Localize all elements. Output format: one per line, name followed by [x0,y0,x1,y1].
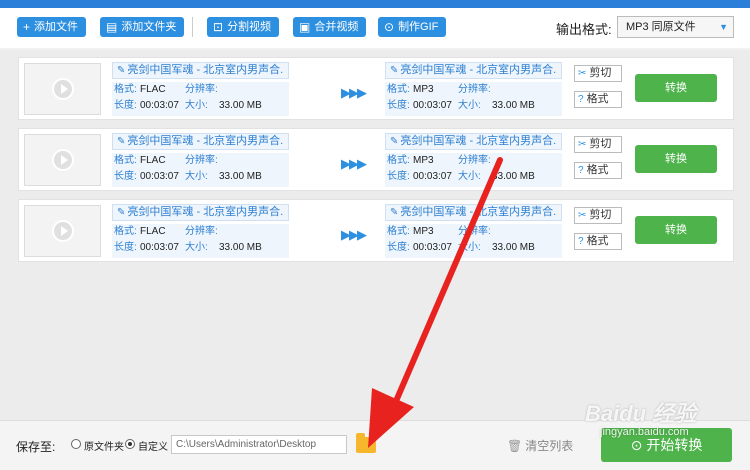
video-thumbnail[interactable] [24,63,101,115]
source-filename[interactable]: ✎ 亮剑中国军魂 - 北京室内男声合. [112,62,289,79]
toolbar: + 添加文件 ▤ 添加文件夹 ⊡ 分割视频 ▣ 合并视频 ⊙ 制作GIF 输出格… [0,8,750,48]
file-list: ✎ 亮剑中国军魂 - 北京室内男声合. 格式: FLAC 分辨率: 长度: 00:… [0,50,750,420]
file-row: ✎ 亮剑中国军魂 - 北京室内男声合. 格式: FLAC 分辨率: 长度: 00:… [18,199,734,262]
output-format-select[interactable]: MP3 同原文件 ▼ [617,16,734,38]
help-icon: ? [578,236,584,247]
convert-button[interactable]: 转换 [635,145,717,173]
gif-icon: ⊙ [384,20,395,34]
source-info: 格式: FLAC 分辨率: 长度: 00:03:07 大小: 33.00 MB [112,153,289,187]
source-info: 格式: FLAC 分辨率: 长度: 00:03:07 大小: 33.00 MB [112,82,289,116]
format-button[interactable]: ? 格式 [574,162,622,179]
plus-icon: + [23,20,31,34]
clear-list-button[interactable]: 🗑 清空列表 [507,437,573,454]
crop-icon: ⊡ [213,20,224,34]
merge-video-button[interactable]: ▣ 合并视频 [293,17,367,37]
source-filename[interactable]: ✎ 亮剑中国军魂 - 北京室内男声合. [112,204,289,221]
convert-arrow-icon: ▶▶▶ [341,156,367,171]
convert-button[interactable]: 转换 [635,74,717,102]
help-icon: ? [578,165,584,176]
target-filename[interactable]: ✎ 亮剑中国军魂 - 北京室内男声合. [385,62,562,79]
add-file-button[interactable]: + 添加文件 [17,17,87,37]
play-circle-icon: ⊙ [630,437,643,453]
toolbar-divider [192,17,193,37]
trash-icon: 🗑 [507,439,523,453]
edit-icon: ✎ [117,65,126,76]
video-thumbnail[interactable] [24,134,101,186]
edit-icon: ✎ [390,65,399,76]
output-format-label: 输出格式: [556,22,612,37]
scissors-icon: ✂ [578,68,587,79]
edit-icon: ✎ [117,136,126,147]
folder-icon[interactable] [356,433,376,453]
source-filename[interactable]: ✎ 亮剑中国军魂 - 北京室内男声合. [112,133,289,150]
original-folder-radio[interactable] [71,439,81,449]
target-info: 格式: MP3 分辨率: 长度: 00:03:07 大小: 33.00 MB [385,82,562,116]
help-icon: ? [578,94,584,105]
cut-button[interactable]: ✂ 剪切 [574,207,622,224]
edit-icon: ✎ [390,136,399,147]
output-path-input[interactable]: C:\Users\Administrator\Desktop [171,435,347,454]
play-icon [52,78,74,100]
cut-button[interactable]: ✂ 剪切 [574,136,622,153]
edit-icon: ✎ [390,207,399,218]
target-info: 格式: MP3 分辨率: 长度: 00:03:07 大小: 33.00 MB [385,224,562,258]
file-row: ✎ 亮剑中国军魂 - 北京室内男声合. 格式: FLAC 分辨率: 长度: 00:… [18,57,734,120]
folder-icon: ▤ [106,20,118,34]
scissors-icon: ✂ [578,139,587,150]
format-button[interactable]: ? 格式 [574,233,622,250]
convert-arrow-icon: ▶▶▶ [341,85,367,100]
target-info: 格式: MP3 分辨率: 长度: 00:03:07 大小: 33.00 MB [385,153,562,187]
target-filename[interactable]: ✎ 亮剑中国军魂 - 北京室内男声合. [385,204,562,221]
source-info: 格式: FLAC 分辨率: 长度: 00:03:07 大小: 33.00 MB [112,224,289,258]
edit-icon: ✎ [117,207,126,218]
watermark-logo: Baidu 经验 [585,401,697,426]
title-bar-strip [0,0,750,8]
add-folder-button[interactable]: ▤ 添加文件夹 [100,17,185,37]
custom-folder-radio[interactable] [125,439,135,449]
video-thumbnail[interactable] [24,205,101,257]
dropdown-arrow-icon: ▼ [719,22,728,32]
scissors-icon: ✂ [578,210,587,221]
play-icon [52,149,74,171]
save-to-label: 保存至: [16,440,56,454]
custom-folder-label: 自定义 [138,442,168,453]
cut-button[interactable]: ✂ 剪切 [574,65,622,82]
make-gif-button[interactable]: ⊙ 制作GIF [378,17,447,37]
watermark-url: jingyan.baidu.com [600,426,689,438]
target-filename[interactable]: ✎ 亮剑中国军魂 - 北京室内男声合. [385,133,562,150]
merge-icon: ▣ [299,20,311,34]
split-video-button[interactable]: ⊡ 分割视频 [207,17,280,37]
format-button[interactable]: ? 格式 [574,91,622,108]
play-icon [52,220,74,242]
file-row: ✎ 亮剑中国军魂 - 北京室内男声合. 格式: FLAC 分辨率: 长度: 00:… [18,128,734,191]
original-folder-label: 原文件夹 [84,442,124,453]
convert-button[interactable]: 转换 [635,216,717,244]
convert-arrow-icon: ▶▶▶ [341,227,367,242]
